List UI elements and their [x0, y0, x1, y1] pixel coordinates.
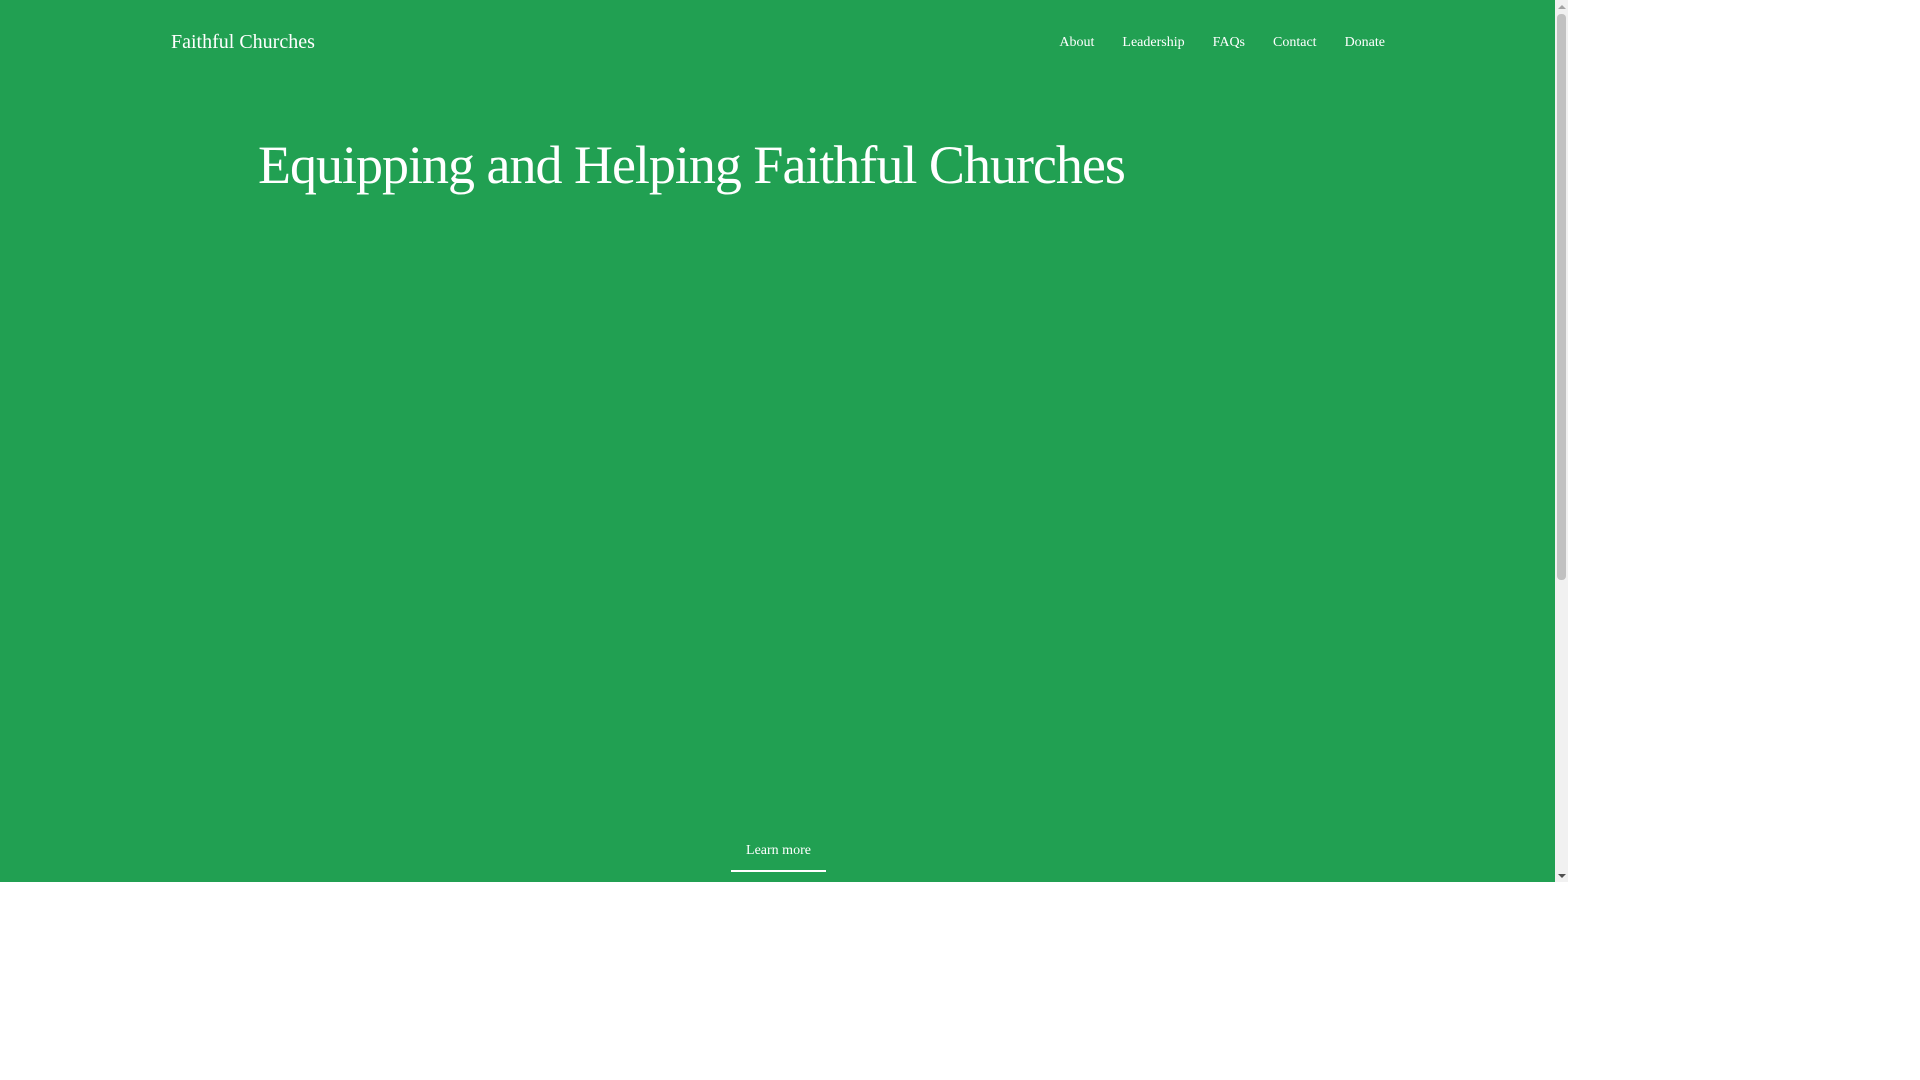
page: Faithful Churches About Leadership FAQs …	[0, 0, 1555, 882]
nav-donate[interactable]: Donate	[1345, 33, 1385, 53]
learn-more-button[interactable]: Learn more	[731, 834, 826, 872]
vertical-scrollbar[interactable]	[1555, 0, 1568, 882]
nav-leadership[interactable]: Leadership	[1122, 33, 1184, 53]
scrollbar-thumb[interactable]	[1557, 14, 1566, 580]
main-navigation: About Leadership FAQs Contact Donate	[1031, 33, 1385, 53]
scroll-down-arrow-icon[interactable]	[1555, 869, 1568, 882]
nav-faqs[interactable]: FAQs	[1213, 33, 1245, 53]
scroll-up-arrow-icon[interactable]	[1555, 0, 1568, 13]
hero-heading: Equipping and Helping Faithful Churches	[258, 135, 1126, 195]
nav-contact[interactable]: Contact	[1273, 33, 1317, 53]
site-title-link[interactable]: Faithful Churches	[171, 28, 315, 56]
nav-about[interactable]: About	[1059, 33, 1094, 53]
